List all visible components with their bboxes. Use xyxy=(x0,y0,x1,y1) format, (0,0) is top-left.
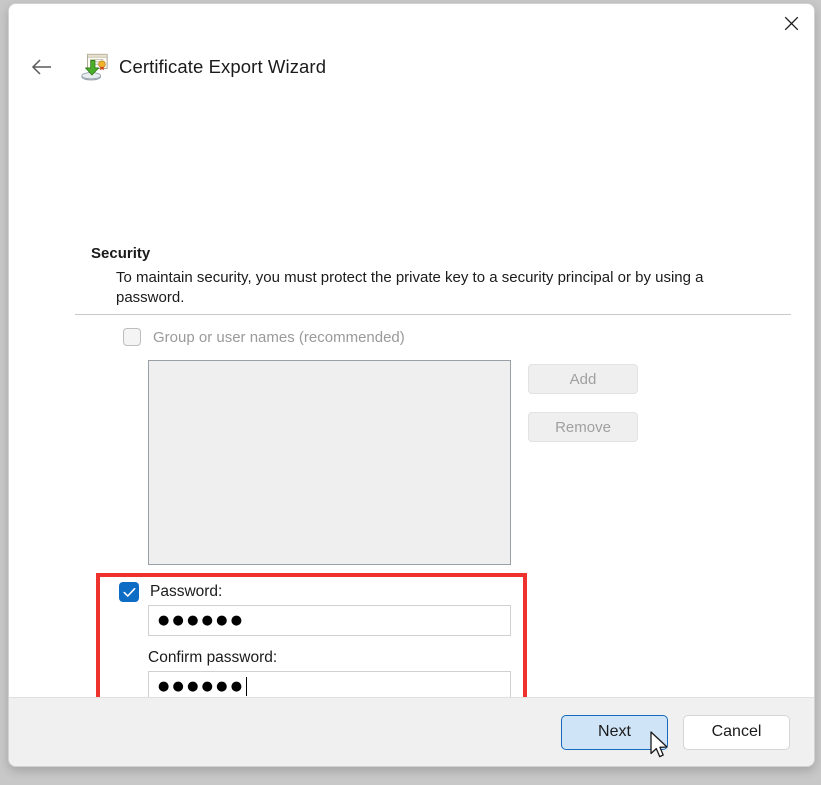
cancel-button[interactable]: Cancel xyxy=(683,714,790,750)
header-divider xyxy=(75,314,791,315)
group-or-user-names-label: Group or user names (recommended) xyxy=(153,328,405,346)
next-button[interactable]: Next xyxy=(561,714,668,750)
back-button[interactable] xyxy=(25,50,59,84)
page-description: To maintain security, you must protect t… xyxy=(116,269,704,306)
remove-button[interactable]: Remove xyxy=(528,412,638,442)
wizard-content: Security To maintain security, you must … xyxy=(9,90,814,760)
password-checkbox-label: Password: xyxy=(150,583,223,600)
group-or-user-names-listbox[interactable] xyxy=(148,360,511,565)
confirm-password-label: Confirm password: xyxy=(148,649,278,666)
password-checkbox-row[interactable]: Password: xyxy=(119,582,222,602)
page-title: Security xyxy=(91,245,151,262)
text-cursor xyxy=(246,676,248,696)
close-icon xyxy=(784,16,798,30)
certificate-export-wizard-window: Certificate Export Wizard Security To ma… xyxy=(8,3,815,767)
password-masked-value: ●●●●●● xyxy=(158,613,246,628)
dialog-footer: Next Cancel xyxy=(9,697,814,766)
title-bar xyxy=(9,4,814,44)
add-button[interactable]: Add xyxy=(528,364,638,394)
close-button[interactable] xyxy=(768,4,814,42)
checkmark-icon xyxy=(122,587,135,597)
password-checkbox[interactable] xyxy=(119,582,139,602)
certificate-export-icon xyxy=(81,53,108,81)
window-title: Certificate Export Wizard xyxy=(119,56,327,77)
password-input[interactable]: ●●●●●● xyxy=(148,605,511,636)
back-arrow-icon xyxy=(31,59,51,75)
group-or-user-names-checkbox[interactable] xyxy=(123,328,141,346)
wizard-header: Certificate Export Wizard xyxy=(9,44,814,90)
desktop-backdrop: Certificate Export Wizard Security To ma… xyxy=(0,0,821,785)
group-or-user-names-row[interactable]: Group or user names (recommended) xyxy=(123,328,405,346)
confirm-password-masked-value: ●●●●●● xyxy=(158,678,246,694)
